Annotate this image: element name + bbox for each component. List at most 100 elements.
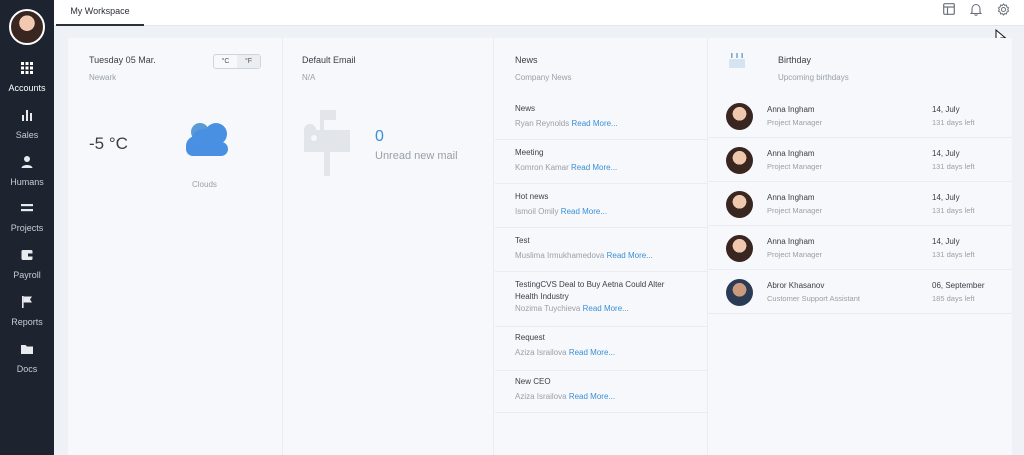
weather-city: Newark — [89, 73, 117, 82]
news-item-author: Ismoil Omily — [515, 207, 559, 216]
mailbox-icon — [302, 108, 352, 178]
birthday-row[interactable]: Anna Ingham Project Manager 14, July 131… — [708, 138, 1012, 182]
sidebar-item-accounts[interactable]: Accounts — [0, 61, 54, 93]
read-more-link[interactable]: Read More... — [569, 392, 615, 401]
wallet-icon — [0, 248, 54, 266]
layout-icon[interactable] — [941, 3, 957, 19]
column-divider — [282, 38, 283, 455]
read-more-link[interactable]: Read More... — [569, 348, 615, 357]
birthday-role: Project Manager — [767, 118, 823, 127]
read-more-link[interactable]: Read More... — [571, 119, 617, 128]
birthday-subtitle: Upcoming birthdays — [778, 73, 849, 82]
sidebar-item-label: Humans — [10, 177, 44, 187]
birthday-row[interactable]: Anna Ingham Project Manager 14, July 131… — [708, 182, 1012, 226]
birthday-days-left: 185 days left — [932, 294, 975, 303]
news-item-title: New CEO — [515, 377, 551, 386]
cake-icon — [726, 50, 748, 75]
birthday-name: Anna Ingham — [767, 149, 815, 158]
news-item-title: Request — [515, 333, 545, 342]
news-item-title: Hot news — [515, 192, 549, 201]
birthday-date: 14, July — [932, 149, 960, 158]
birthday-row[interactable]: Anna Ingham Project Manager 14, July 131… — [708, 226, 1012, 270]
equals-icon — [0, 201, 54, 219]
news-item: New CEO Aziza Israilova Read More... — [495, 371, 707, 413]
birthday-row[interactable]: Anna Ingham Project Manager 14, July 131… — [708, 94, 1012, 138]
person-icon — [0, 155, 54, 173]
sidebar-item-docs[interactable]: Docs — [0, 342, 54, 374]
grid-icon — [0, 61, 54, 79]
workspace-panel: Tuesday 05 Mar. Newark °C °F -5 °C Cloud… — [68, 38, 1012, 455]
sidebar-item-humans[interactable]: Humans — [0, 155, 54, 187]
news-item: Meeting Komron Kamar Read More... — [495, 142, 707, 184]
read-more-link[interactable]: Read More... — [561, 207, 607, 216]
birthday-row[interactable]: Abror Khasanov Customer Support Assistan… — [708, 270, 1012, 314]
birthday-days-left: 131 days left — [932, 250, 975, 259]
user-avatar[interactable] — [9, 9, 45, 45]
news-item-author: Ryan Reynolds — [515, 119, 570, 128]
news-item-title: Meeting — [515, 148, 544, 157]
sidebar-item-label: Sales — [15, 130, 39, 140]
avatar — [726, 235, 753, 262]
unread-count[interactable]: 0 — [375, 128, 384, 146]
avatar — [726, 279, 753, 306]
sidebar-item-label: Accounts — [8, 83, 46, 93]
birthday-date: 14, July — [932, 237, 960, 246]
gear-icon[interactable] — [995, 3, 1011, 19]
news-item-author: Nozima Tuychieva — [515, 304, 581, 313]
birthday-role: Project Manager — [767, 206, 823, 215]
news-item-title: TestingCVS Deal to Buy Aetna Could Alter… — [515, 280, 665, 301]
avatar — [726, 147, 753, 174]
birthday-title: Birthday — [778, 55, 812, 65]
top-bar: My Workspace — [54, 0, 1024, 26]
news-title: News — [515, 55, 538, 65]
celsius-option[interactable]: °C — [214, 55, 237, 68]
unit-toggle[interactable]: °C °F — [213, 54, 261, 69]
birthday-date: 14, July — [932, 193, 960, 202]
sidebar-item-reports[interactable]: Reports — [0, 295, 54, 327]
birthday-name: Abror Khasanov — [767, 281, 825, 290]
news-item: Request Aziza Israilova Read More... — [495, 327, 707, 371]
birthday-name: Anna Ingham — [767, 237, 815, 246]
sidebar-item-label: Payroll — [13, 270, 41, 280]
read-more-link[interactable]: Read More... — [571, 163, 617, 172]
sidebar: Accounts Sales Humans Projects Payroll R… — [0, 0, 54, 455]
news-item: News Ryan Reynolds Read More... — [495, 98, 707, 140]
folder-icon — [0, 342, 54, 360]
news-item: Test Muslima Irmukhamedova Read More... — [495, 230, 707, 272]
birthday-name: Anna Ingham — [767, 105, 815, 114]
read-more-link[interactable]: Read More... — [583, 304, 629, 313]
email-title: Default Email — [302, 55, 356, 65]
tab-my-workspace[interactable]: My Workspace — [56, 0, 144, 26]
sidebar-item-projects[interactable]: Projects — [0, 201, 54, 233]
bar-chart-icon — [0, 108, 54, 126]
news-item-author: Aziza Israilova — [515, 392, 567, 401]
column-divider — [493, 38, 494, 455]
birthday-date: 06, September — [932, 281, 985, 290]
news-subtitle: Company News — [515, 73, 572, 82]
sidebar-item-label: Reports — [11, 317, 43, 327]
news-item-author: Komron Kamar — [515, 163, 569, 172]
sidebar-item-payroll[interactable]: Payroll — [0, 248, 54, 280]
birthday-days-left: 131 days left — [932, 162, 975, 171]
flag-icon — [0, 295, 54, 313]
news-item: TestingCVS Deal to Buy Aetna Could Alter… — [495, 274, 707, 327]
birthday-name: Anna Ingham — [767, 193, 815, 202]
email-address: N/A — [302, 73, 316, 82]
weather-condition: Clouds — [192, 180, 217, 189]
sidebar-item-sales[interactable]: Sales — [0, 108, 54, 140]
birthday-role: Project Manager — [767, 250, 823, 259]
birthday-date: 14, July — [932, 105, 960, 114]
temperature-value: -5 °C — [89, 134, 128, 153]
avatar — [726, 191, 753, 218]
news-item-author: Aziza Israilova — [515, 348, 567, 357]
avatar — [726, 103, 753, 130]
fahrenheit-option[interactable]: °F — [237, 55, 260, 68]
sidebar-item-label: Docs — [16, 364, 38, 374]
birthday-role: Customer Support Assistant — [767, 294, 860, 303]
bell-icon[interactable] — [968, 3, 984, 19]
unread-label: Unread new mail — [375, 150, 458, 162]
read-more-link[interactable]: Read More... — [607, 251, 653, 260]
news-item-author: Muslima Irmukhamedova — [515, 251, 605, 260]
news-item-title: News — [515, 104, 536, 113]
news-item: Hot news Ismoil Omily Read More... — [495, 186, 707, 228]
